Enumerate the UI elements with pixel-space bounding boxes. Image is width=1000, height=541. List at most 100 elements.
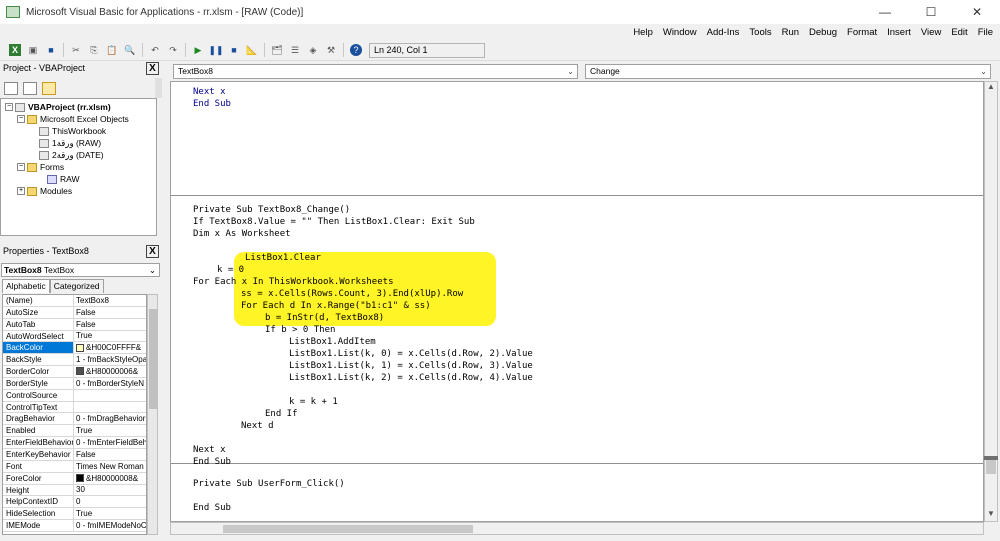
property-value[interactable]: TextBox8 (74, 295, 146, 306)
view-object-icon[interactable] (23, 81, 37, 95)
property-value[interactable]: 0 - fmBorderStyleN (74, 378, 146, 389)
code-horizontal-scrollbar[interactable] (170, 522, 984, 535)
break-icon[interactable]: ❚❚ (208, 44, 223, 56)
property-row[interactable]: ControlTipText (3, 401, 146, 414)
property-row[interactable]: Enabled True (3, 425, 146, 438)
property-row[interactable]: Height 30 (3, 484, 146, 497)
property-row[interactable]: BorderColor &H80000006& (3, 366, 146, 378)
property-value[interactable]: 1 - fmBackStyleOpa (74, 354, 146, 365)
project-toolbar-scroll[interactable] (155, 78, 162, 98)
properties-window-icon[interactable]: ☰ (289, 44, 301, 56)
chevron-down-icon[interactable]: ⌄ (567, 65, 574, 78)
property-value[interactable]: &H80000006& (74, 366, 146, 377)
property-row[interactable]: DragBehavior 0 - fmDragBehavior (3, 413, 146, 426)
tree-node-excel-objects[interactable]: − Microsoft Excel Objects (17, 114, 129, 124)
scroll-up-icon[interactable]: ▲ (985, 82, 997, 94)
menu-add-ins[interactable]: Add-Ins (707, 27, 740, 38)
split-bar-handle[interactable] (984, 456, 998, 460)
run-icon[interactable]: ▶ (192, 44, 204, 56)
property-value[interactable]: &H00C0FFFF& (74, 342, 146, 353)
tree-node-vbaproject[interactable]: − VBAProject (rr.xlsm) (5, 102, 111, 112)
properties-scrollbar[interactable] (147, 294, 158, 535)
undo-icon[interactable]: ↶ (149, 44, 161, 56)
toolbox-icon[interactable]: ⚒ (325, 44, 337, 56)
property-value[interactable]: False (74, 307, 146, 318)
property-row[interactable]: HelpContextID 0 (3, 496, 146, 509)
menu-insert[interactable]: Insert (887, 27, 911, 38)
property-value[interactable]: &H80000008& (74, 473, 146, 484)
property-row[interactable]: BackStyle 1 - fmBackStyleOpa (3, 354, 146, 367)
minimize-button[interactable]: — (862, 0, 908, 24)
insert-userform-icon[interactable]: ▣ (27, 44, 39, 56)
property-row[interactable]: BackColor &H00C0FFFF& (3, 342, 146, 355)
collapse-icon[interactable]: − (17, 115, 25, 123)
menu-file[interactable]: File (978, 27, 993, 38)
tree-node-form-raw[interactable]: RAW (47, 174, 80, 184)
property-row[interactable]: Font Times New Roman (3, 460, 146, 473)
property-row[interactable]: HideSelection True (3, 508, 146, 521)
maximize-button[interactable]: ☐ (908, 0, 954, 24)
close-button[interactable]: ✕ (954, 0, 1000, 24)
tree-node-sheet1[interactable]: ورقة1 (RAW) (39, 138, 101, 149)
menu-edit[interactable]: Edit (951, 27, 967, 38)
scroll-down-icon[interactable]: ▼ (985, 509, 997, 521)
property-row[interactable]: IMEMode 0 - fmIMEModeNoC (3, 520, 146, 532)
project-explorer-icon[interactable]: 🗂 (271, 44, 283, 56)
tab-categorized[interactable]: Categorized (49, 279, 104, 293)
property-value[interactable]: 0 - fmIMEModeNoC (74, 520, 146, 531)
property-value[interactable]: 30 (74, 485, 146, 496)
property-row[interactable]: ForeColor &H80000008& (3, 472, 146, 485)
property-row[interactable]: EnterKeyBehavior False (3, 448, 146, 461)
expand-icon[interactable]: + (17, 187, 25, 195)
redo-icon[interactable]: ↷ (167, 44, 179, 56)
property-row[interactable]: BorderStyle 0 - fmBorderStyleN (3, 377, 146, 390)
toggle-folders-icon[interactable] (42, 81, 56, 95)
property-value[interactable] (74, 402, 146, 413)
menu-window[interactable]: Window (663, 27, 697, 38)
tree-node-thisworkbook[interactable]: ThisWorkbook (39, 126, 106, 136)
menu-help[interactable]: Help (633, 27, 653, 38)
menu-format[interactable]: Format (847, 27, 877, 38)
project-pane-close-button[interactable]: X (146, 61, 159, 75)
property-value[interactable]: 0 - fmEnterFieldBeh (74, 437, 146, 448)
property-row[interactable]: (Name) TextBox8 (3, 295, 146, 307)
save-icon[interactable]: ■ (45, 44, 57, 56)
property-value[interactable]: 0 (74, 496, 146, 507)
property-value[interactable]: False (74, 319, 146, 330)
reset-icon[interactable]: ■ (228, 44, 240, 56)
menu-debug[interactable]: Debug (809, 27, 837, 38)
property-value[interactable]: True (74, 331, 146, 342)
object-combo[interactable]: TextBox8 ⌄ (173, 64, 578, 79)
tree-node-forms[interactable]: − Forms (17, 162, 64, 172)
properties-pane-close-button[interactable]: X (146, 244, 159, 258)
procedure-combo[interactable]: Change ⌄ (585, 64, 991, 79)
chevron-down-icon[interactable]: ⌄ (149, 264, 156, 276)
scrollbar-thumb[interactable] (986, 458, 996, 474)
tab-alphabetic[interactable]: Alphabetic (2, 279, 50, 293)
help-icon[interactable]: ? (350, 44, 362, 56)
scrollbar-thumb[interactable] (149, 309, 157, 409)
property-row[interactable]: EnterFieldBehavior 0 - fmEnterFieldBeh (3, 437, 146, 449)
property-value[interactable]: Times New Roman (74, 461, 146, 472)
property-row[interactable]: AutoSize False (3, 306, 146, 319)
cut-icon[interactable]: ✂ (70, 44, 82, 56)
tree-node-sheet2[interactable]: ورقة2 (DATE) (39, 150, 104, 161)
property-value[interactable]: True (74, 425, 146, 436)
menu-view[interactable]: View (921, 27, 941, 38)
menu-run[interactable]: Run (782, 27, 799, 38)
scrollbar-thumb[interactable] (223, 525, 473, 533)
collapse-icon[interactable]: − (5, 103, 13, 111)
property-value[interactable] (74, 390, 146, 401)
property-row[interactable]: ControlSource (3, 389, 146, 402)
copy-icon[interactable]: ⎘ (88, 44, 100, 56)
view-code-icon[interactable] (4, 81, 18, 95)
chevron-down-icon[interactable]: ⌄ (980, 65, 987, 78)
object-selector-combo[interactable]: TextBox8 TextBox ⌄ (1, 263, 160, 277)
find-icon[interactable]: 🔍 (124, 44, 136, 56)
property-value[interactable]: 0 - fmDragBehavior (74, 413, 146, 424)
design-mode-icon[interactable]: 📐 (246, 44, 258, 56)
property-row[interactable]: AutoWordSelect True (3, 330, 146, 343)
excel-view-icon[interactable]: X (9, 44, 21, 56)
menu-tools[interactable]: Tools (749, 27, 771, 38)
code-editor[interactable]: Next x End Sub Private Sub TextBox8_Chan… (170, 81, 984, 522)
